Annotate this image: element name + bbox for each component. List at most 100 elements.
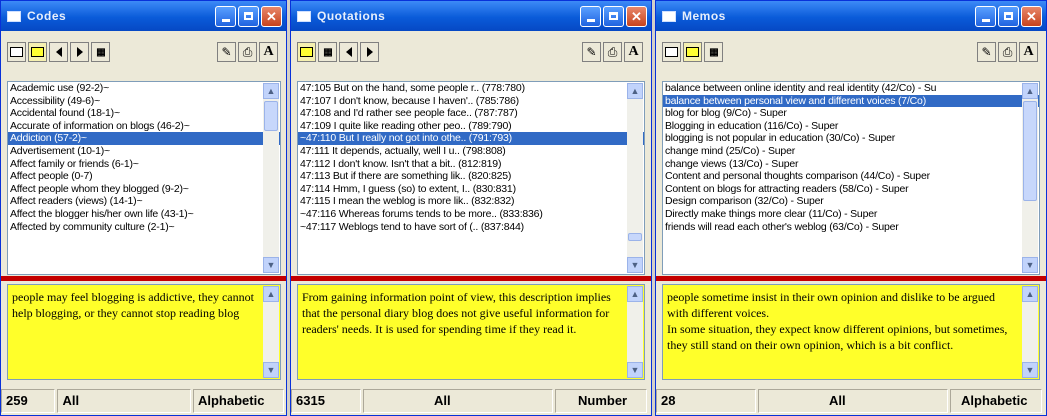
list-item[interactable]: balance between online identity and real…: [663, 82, 1039, 95]
maximize-button[interactable]: [998, 5, 1019, 27]
scroll-thumb[interactable]: [264, 101, 278, 131]
list-item[interactable]: Advertisement (10-1)~: [8, 145, 280, 158]
quotations-title-bar[interactable]: Quotations ✕: [291, 1, 651, 31]
scroll-up-icon[interactable]: ▲: [627, 83, 643, 99]
scroll-down-icon[interactable]: ▼: [627, 362, 643, 378]
list-item[interactable]: Content on blogs for attracting readers …: [663, 183, 1039, 196]
print-button[interactable]: ⎙: [238, 42, 257, 62]
sort-button[interactable]: ▦: [318, 42, 337, 62]
close-button[interactable]: ✕: [626, 5, 647, 27]
list-item[interactable]: Content and personal thoughts comparison…: [663, 170, 1039, 183]
list-scrollbar[interactable]: ▲ ▼: [263, 83, 279, 273]
list-item[interactable]: blogging is not popular in education (30…: [663, 132, 1039, 145]
codes-list[interactable]: Academic use (92-2)~ Accessibility (49-6…: [7, 81, 281, 275]
sort-status[interactable]: Alphabetic: [192, 389, 284, 413]
list-scrollbar[interactable]: ▲ ▼: [627, 83, 643, 273]
filter-status[interactable]: All: [57, 389, 191, 413]
next-button[interactable]: [70, 42, 89, 62]
show-list-button[interactable]: [662, 42, 681, 62]
splitter[interactable]: [291, 276, 651, 281]
scroll-up-icon[interactable]: ▲: [1022, 286, 1038, 302]
list-item[interactable]: 47:114 Hmm, I guess (so) to extent, I.. …: [298, 183, 644, 196]
list-item[interactable]: Academic use (92-2)~: [8, 82, 280, 95]
comment-scrollbar[interactable]: ▲ ▼: [627, 286, 643, 378]
scroll-down-icon[interactable]: ▼: [263, 362, 279, 378]
list-item[interactable]: Affect people whom they blogged (9-2)~: [8, 183, 280, 196]
splitter[interactable]: [656, 276, 1046, 281]
list-item[interactable]: 47:112 I don't know. Isn't that a bit.. …: [298, 158, 644, 171]
previous-button[interactable]: [49, 42, 68, 62]
minimize-button[interactable]: [975, 5, 996, 27]
list-item[interactable]: Affect readers (views) (14-1)~: [8, 195, 280, 208]
minimize-button[interactable]: [215, 5, 236, 27]
comment-box[interactable]: people sometime insist in their own opin…: [662, 284, 1040, 380]
show-comment-button[interactable]: [683, 42, 702, 62]
list-item-selected[interactable]: Addiction (57-2)~: [8, 132, 280, 145]
list-item[interactable]: Accurate of information on blogs (46-2)~: [8, 120, 280, 133]
list-item[interactable]: Affected by community culture (2-1)~: [8, 221, 280, 234]
list-item[interactable]: Affect family or friends (6-1)~: [8, 158, 280, 171]
scroll-up-icon[interactable]: ▲: [627, 286, 643, 302]
scroll-down-icon[interactable]: ▼: [1022, 362, 1038, 378]
font-button[interactable]: A: [624, 42, 643, 62]
memos-title-bar[interactable]: Memos ✕: [656, 1, 1046, 31]
list-item-selected[interactable]: balance between personal view and differ…: [663, 94, 1039, 108]
close-button[interactable]: ✕: [1021, 5, 1042, 27]
scroll-down-icon[interactable]: ▼: [263, 257, 279, 273]
list-item[interactable]: 47:105 But on the hand, some people r.. …: [298, 82, 644, 95]
minimize-button[interactable]: [580, 5, 601, 27]
maximize-button[interactable]: [238, 5, 259, 27]
list-item[interactable]: Affect the blogger his/her own life (43-…: [8, 208, 280, 221]
list-item[interactable]: 47:107 I don't know, because I haven'.. …: [298, 95, 644, 108]
list-item[interactable]: 47:115 I mean the weblog is more lik.. (…: [298, 195, 644, 208]
scroll-up-icon[interactable]: ▲: [1022, 83, 1038, 99]
memos-list[interactable]: balance between online identity and real…: [662, 81, 1040, 275]
comment-box[interactable]: people may feel blogging is addictive, t…: [7, 284, 281, 380]
scroll-up-icon[interactable]: ▲: [263, 83, 279, 99]
list-item[interactable]: 47:113 But if there are something lik.. …: [298, 170, 644, 183]
next-button[interactable]: [360, 42, 379, 62]
list-item[interactable]: ~47:117 Weblogs tend to have sort of (..…: [298, 221, 644, 234]
list-item[interactable]: Accidental found (18-1)~: [8, 107, 280, 120]
comment-scrollbar[interactable]: ▲ ▼: [1022, 286, 1038, 378]
list-scrollbar[interactable]: ▲ ▼: [1022, 83, 1038, 273]
scroll-up-icon[interactable]: ▲: [263, 286, 279, 302]
comment-box[interactable]: From gaining information point of view, …: [297, 284, 645, 380]
scroll-thumb[interactable]: [628, 233, 642, 241]
list-item[interactable]: Affect people (0-7): [8, 170, 280, 183]
close-button[interactable]: ✕: [261, 5, 282, 27]
scroll-thumb[interactable]: [1023, 101, 1037, 201]
font-button[interactable]: A: [1019, 42, 1038, 62]
comment-scrollbar[interactable]: ▲ ▼: [263, 286, 279, 378]
scroll-down-icon[interactable]: ▼: [627, 257, 643, 273]
scroll-down-icon[interactable]: ▼: [1022, 257, 1038, 273]
sort-status[interactable]: Alphabetic: [950, 389, 1042, 413]
filter-status[interactable]: All: [758, 389, 948, 413]
splitter[interactable]: [1, 276, 286, 281]
list-item[interactable]: change views (13/Co) - Super: [663, 158, 1039, 171]
list-item[interactable]: Directly make things more clear (11/Co) …: [663, 208, 1039, 221]
list-item[interactable]: change mind (25/Co) - Super: [663, 145, 1039, 158]
edit-button[interactable]: ✎: [582, 42, 601, 62]
list-item[interactable]: blog for blog (9/Co) - Super: [663, 107, 1039, 120]
sort-status[interactable]: Number: [555, 389, 647, 413]
list-item-selected[interactable]: ~47:110 But I really not got into othe..…: [298, 132, 644, 145]
sort-button[interactable]: ▦: [91, 42, 110, 62]
codes-title-bar[interactable]: Codes ✕: [1, 1, 286, 31]
print-button[interactable]: ⎙: [998, 42, 1017, 62]
filter-status[interactable]: All: [363, 389, 553, 413]
show-list-button[interactable]: [7, 42, 26, 62]
sort-button[interactable]: ▦: [704, 42, 723, 62]
list-item[interactable]: 47:111 It depends, actually, well I u.. …: [298, 145, 644, 158]
quotations-list[interactable]: 47:105 But on the hand, some people r.. …: [297, 81, 645, 275]
list-item[interactable]: Blogging in education (116/Co) - Super: [663, 120, 1039, 133]
edit-button[interactable]: ✎: [217, 42, 236, 62]
font-button[interactable]: A: [259, 42, 278, 62]
previous-button[interactable]: [339, 42, 358, 62]
maximize-button[interactable]: [603, 5, 624, 27]
list-item[interactable]: 47:109 I quite like reading other peo.. …: [298, 120, 644, 133]
print-button[interactable]: ⎙: [603, 42, 622, 62]
list-item[interactable]: 47:108 and I'd rather see people face.. …: [298, 107, 644, 120]
list-item[interactable]: friends will read each other's weblog (6…: [663, 221, 1039, 234]
show-comment-button[interactable]: [297, 42, 316, 62]
